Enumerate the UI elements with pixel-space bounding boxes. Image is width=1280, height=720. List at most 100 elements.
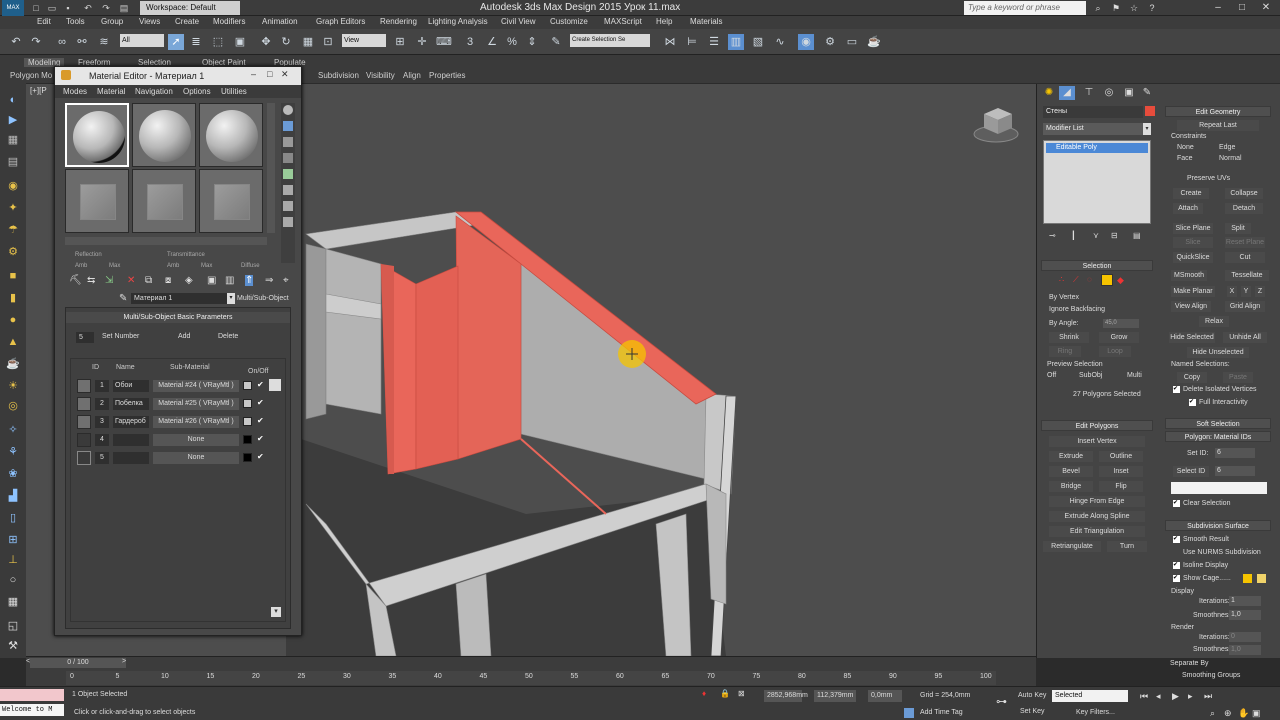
curve-editor-icon[interactable]: ∿ bbox=[772, 34, 788, 50]
menu-modifiers[interactable]: Modifiers bbox=[213, 17, 245, 26]
close-icon[interactable]: ✕ bbox=[1254, 0, 1278, 16]
select-object-icon[interactable]: ➚ bbox=[168, 34, 184, 50]
flip-button[interactable]: Flip bbox=[1099, 481, 1143, 492]
maxscript-listener[interactable] bbox=[0, 689, 64, 701]
make-preview-icon[interactable] bbox=[283, 185, 293, 195]
create-tab-icon[interactable]: ✺ bbox=[1041, 86, 1057, 100]
graphite-toolbar-icon[interactable]: ▧ bbox=[750, 34, 766, 50]
modifier-list-dropdown[interactable]: Modifier List bbox=[1043, 123, 1143, 135]
snaps-toggle-icon[interactable]: 3 bbox=[462, 34, 478, 50]
collapse-button[interactable]: Collapse bbox=[1225, 188, 1263, 199]
previous-frame-icon[interactable]: ◂ bbox=[1156, 691, 1161, 702]
backlight-icon[interactable] bbox=[283, 121, 293, 131]
menu-civil-view[interactable]: Civil View bbox=[501, 17, 536, 26]
favorites-icon[interactable]: ☆ bbox=[1128, 2, 1140, 14]
detach-button[interactable]: Detach bbox=[1225, 203, 1263, 214]
me-menu-utilities[interactable]: Utilities bbox=[221, 87, 247, 96]
motion-tab-icon[interactable]: ◎ bbox=[1101, 86, 1117, 100]
sun-icon[interactable]: ☀ bbox=[4, 379, 22, 393]
maximize-icon[interactable]: □ bbox=[1230, 0, 1254, 16]
paste-button[interactable]: Paste bbox=[1223, 372, 1253, 383]
material-editor-icon[interactable]: ◉ bbox=[798, 34, 814, 50]
rotate-icon[interactable]: ↻ bbox=[278, 34, 294, 50]
save-icon[interactable]: ▪ bbox=[62, 2, 74, 14]
go-to-start-icon[interactable]: ⏮ bbox=[1140, 691, 1148, 702]
sphere-icon[interactable]: ● bbox=[4, 313, 22, 327]
shape-icon[interactable]: ▤ bbox=[4, 155, 22, 169]
ribbon-properties[interactable]: Properties bbox=[429, 71, 465, 80]
preserve-uvs-checkbox[interactable]: Preserve UVs bbox=[1187, 175, 1230, 182]
edit-named-selection-icon[interactable]: ✎ bbox=[548, 34, 564, 50]
minimize-icon[interactable]: – bbox=[251, 69, 256, 79]
repeat-last-button[interactable]: Repeat Last bbox=[1177, 120, 1259, 131]
sample-slot-5[interactable] bbox=[132, 169, 196, 233]
key-filters-button[interactable]: Key Filters... bbox=[1076, 709, 1115, 716]
row-sub-material[interactable]: None bbox=[153, 452, 239, 464]
background-icon[interactable] bbox=[283, 137, 293, 147]
row-name[interactable] bbox=[113, 434, 149, 446]
row-on-checkbox[interactable]: ✔ bbox=[257, 452, 267, 462]
row-name[interactable]: Обои bbox=[113, 380, 149, 392]
me-menu-modes[interactable]: Modes bbox=[63, 87, 87, 96]
key-selection-dropdown[interactable]: Selected bbox=[1052, 690, 1128, 702]
set-key-button[interactable]: Set Key bbox=[1020, 708, 1045, 715]
redo-icon[interactable]: ↷ bbox=[100, 2, 112, 14]
cage-color-1[interactable] bbox=[1243, 574, 1252, 583]
particle-icon[interactable]: ✧ bbox=[4, 423, 22, 437]
reset-plane-button[interactable]: Reset Plane bbox=[1225, 237, 1265, 248]
show-cage-checkbox[interactable]: Show Cage...... bbox=[1183, 575, 1231, 582]
pick-material-icon[interactable]: ⌖ bbox=[283, 275, 289, 286]
configure-sets-icon[interactable]: ▤ bbox=[1133, 231, 1141, 240]
render-setup-icon[interactable]: ⚙ bbox=[822, 34, 838, 50]
menu-edit[interactable]: Edit bbox=[37, 17, 51, 26]
checkbox-check-icon[interactable]: ✔ bbox=[1173, 575, 1180, 582]
turn-button[interactable]: Turn bbox=[1107, 541, 1147, 552]
menu-materials[interactable]: Materials bbox=[690, 17, 722, 26]
edit-triangulation-button[interactable]: Edit Triangulation bbox=[1049, 526, 1145, 537]
ignore-backfacing-checkbox[interactable]: Ignore Backfacing bbox=[1049, 306, 1105, 313]
close-icon[interactable]: ✕ bbox=[281, 69, 289, 80]
view-align-button[interactable]: View Align bbox=[1171, 301, 1211, 312]
delete-isolated-checkbox[interactable]: Delete Isolated Vertices bbox=[1183, 386, 1257, 393]
layer-manager-icon[interactable]: ☰ bbox=[706, 34, 722, 50]
iterations-input[interactable]: 1 bbox=[1229, 596, 1261, 606]
vertex-level-icon[interactable]: ∴ bbox=[1059, 275, 1064, 284]
chevron-down-icon[interactable]: ▾ bbox=[227, 293, 235, 304]
light-icon[interactable]: ▦ bbox=[4, 133, 22, 147]
ribbon-visibility[interactable]: Visibility bbox=[366, 71, 395, 80]
object-color-swatch[interactable] bbox=[1145, 106, 1155, 116]
go-to-parent-icon[interactable]: ⇑ bbox=[245, 275, 254, 286]
make-unique-icon[interactable]: ⋎ bbox=[1093, 231, 1099, 240]
relax-button[interactable]: Relax bbox=[1199, 316, 1229, 327]
angle-snap-icon[interactable]: ∠ bbox=[484, 34, 500, 50]
planar-y-button[interactable]: Y bbox=[1241, 286, 1251, 297]
next-frame-icon[interactable]: ▸ bbox=[1188, 691, 1193, 702]
get-material-icon[interactable]: ⛏ bbox=[69, 275, 82, 286]
box-icon[interactable]: ■ bbox=[4, 269, 22, 283]
zoom-all-icon[interactable]: ⊕ bbox=[1224, 708, 1232, 719]
row-color[interactable] bbox=[243, 453, 252, 462]
edit-geometry-rollout-header[interactable]: Edit Geometry bbox=[1165, 106, 1271, 117]
pin-icon[interactable]: ♦ bbox=[702, 689, 706, 698]
help-icon[interactable]: ? bbox=[1146, 2, 1158, 14]
scale-icon[interactable]: ▦ bbox=[300, 34, 316, 50]
show-shaded-icon[interactable]: ▣ bbox=[207, 275, 216, 286]
row-id[interactable]: 3 bbox=[95, 416, 109, 428]
placement-icon[interactable]: ⊡ bbox=[320, 34, 336, 50]
bind-spacewarp-icon[interactable]: ≋ bbox=[96, 34, 112, 50]
add-time-tag-button[interactable]: Add Time Tag bbox=[920, 709, 963, 716]
render-production-icon[interactable]: ☕ bbox=[866, 34, 882, 50]
bridge-button[interactable]: Bridge bbox=[1049, 481, 1093, 492]
mirror-icon[interactable]: ⋈ bbox=[662, 34, 678, 50]
preview-multi-radio[interactable]: Multi bbox=[1127, 372, 1142, 379]
sample-slot-6[interactable] bbox=[199, 169, 263, 233]
z-coordinate[interactable]: 0,0mm bbox=[868, 690, 902, 702]
pan-icon[interactable]: ✋ bbox=[1238, 708, 1249, 719]
unhide-all-button[interactable]: Unhide All bbox=[1223, 332, 1267, 343]
new-icon[interactable]: □ bbox=[30, 2, 42, 14]
smooth-result-checkbox[interactable]: Smooth Result bbox=[1183, 536, 1229, 543]
preview-off-radio[interactable]: Off bbox=[1047, 372, 1056, 379]
constraint-normal-radio[interactable]: Normal bbox=[1219, 155, 1242, 162]
utilities-tab-icon[interactable]: ✎ bbox=[1139, 86, 1155, 100]
table-row[interactable]: 5 None ✔ bbox=[77, 451, 277, 465]
